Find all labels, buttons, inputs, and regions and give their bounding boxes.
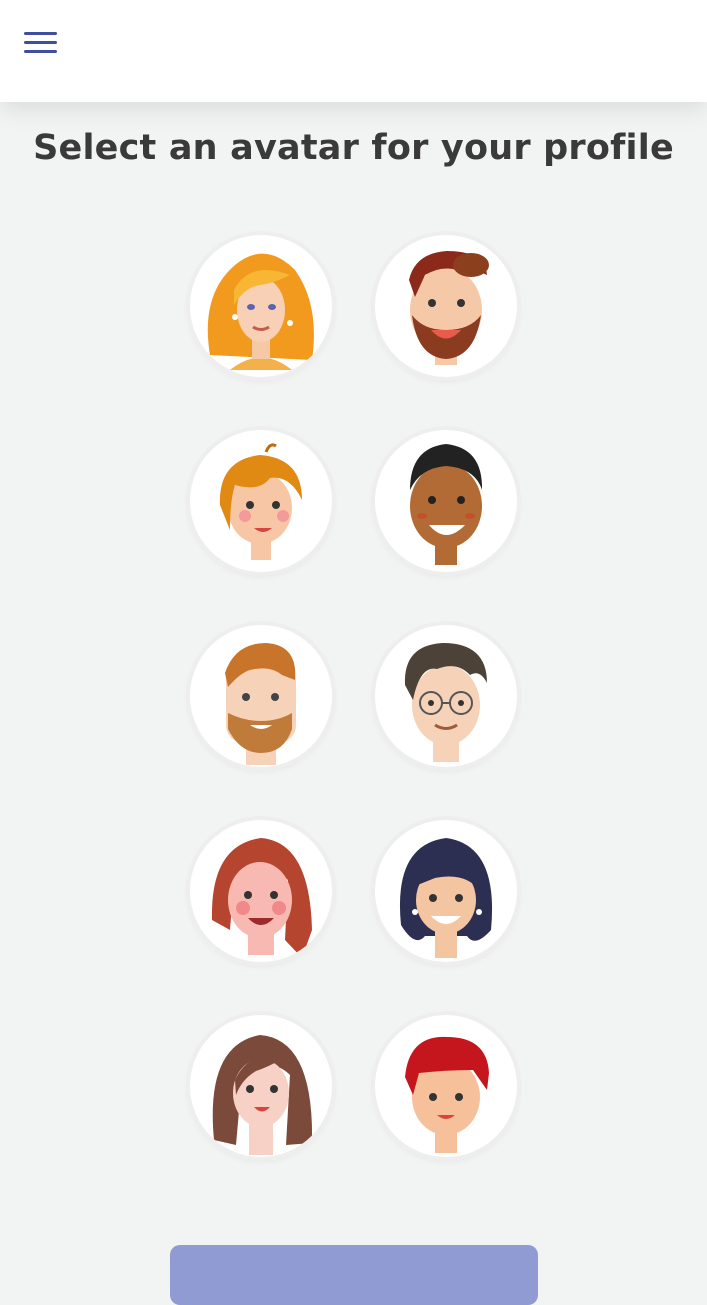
avatar-option-3[interactable] [190,430,332,572]
page-title: Select an avatar for your profile [33,128,674,168]
avatar-option-4[interactable] [375,430,517,572]
ginger-beard-man-icon [225,643,296,765]
confirm-avatar-button[interactable] [170,1245,538,1305]
top-app-bar [0,0,707,102]
avatar-option-8[interactable] [375,820,517,962]
kid-orange-hair-icon [219,443,302,560]
woman-long-hair-icon [207,253,314,370]
red-hair-woman-icon [211,838,312,958]
red-hair-man-icon [405,1036,489,1153]
bob-hair-woman-icon [399,838,493,958]
bearded-man-icon [409,251,489,365]
avatar-option-2[interactable] [375,235,517,377]
avatar-option-6[interactable] [375,625,517,767]
avatar-option-9[interactable] [190,1015,332,1157]
avatar-option-10[interactable] [375,1015,517,1157]
avatar-option-1[interactable] [190,235,332,377]
avatar-option-7[interactable] [190,820,332,962]
brown-hair-woman-icon [212,1035,313,1155]
glasses-man-icon [404,643,487,762]
hamburger-menu-icon[interactable] [22,30,60,58]
avatar-option-5[interactable] [190,625,332,767]
dark-skin-man-icon [410,444,483,565]
